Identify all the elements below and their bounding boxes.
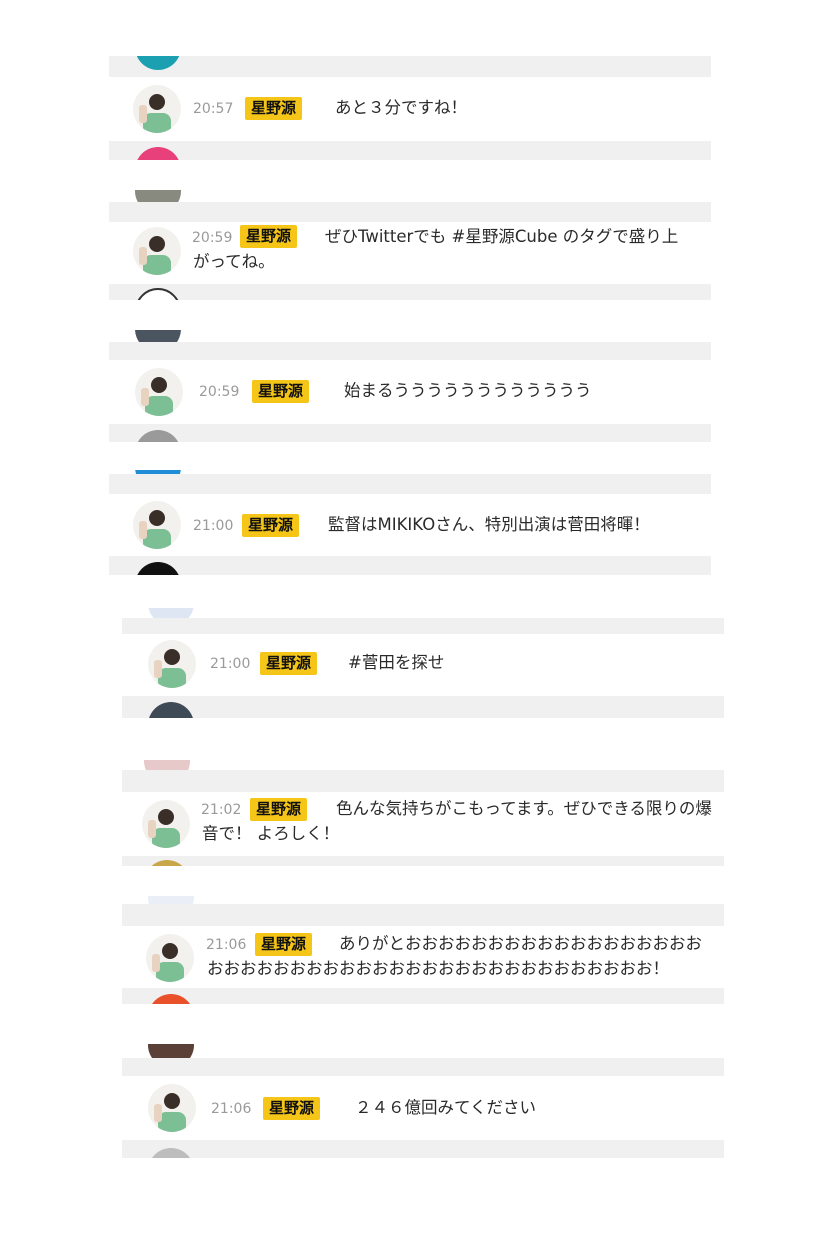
divider [122, 904, 724, 926]
avatar[interactable] [146, 934, 194, 982]
comment-time: 20:59 [199, 384, 240, 400]
comment-strip: 21:00 星野源 #菅田を探せ [122, 608, 724, 718]
person-icon [139, 510, 171, 549]
divider [122, 618, 724, 634]
comment-row: 21:06 星野源 ありがとおおおおおおおおおおおおおおおおおおおおおおおおおお… [122, 926, 724, 988]
comment-text: ありがとおおおおおおおおおおおおおおおおおおおおおおおおおおおおおおおおおおおお… [207, 934, 702, 978]
divider [109, 202, 711, 222]
avatar[interactable] [148, 1084, 196, 1132]
divider [109, 424, 711, 442]
divider [122, 1140, 724, 1158]
person-icon [154, 649, 186, 688]
divider [122, 696, 724, 718]
divider [122, 1058, 724, 1076]
comment-strip: 21:02 星野源 色んな気持ちがこもってます。ぜひできる限りの爆音で！ よろし… [122, 760, 724, 866]
divider [109, 474, 711, 494]
comment-strip: 21:06 星野源 ２４６億回みてください [122, 1044, 724, 1158]
comment-text: 色んな気持ちがこもってます。ぜひできる限りの爆音で！ よろしく！ [202, 799, 712, 843]
avatar[interactable] [142, 800, 190, 848]
comment-time: 20:57 [193, 101, 234, 117]
comment-row: 21:00 星野源 監督はMIKIKOさん、特別出演は菅田将暉！ [109, 494, 711, 556]
person-icon [139, 94, 171, 133]
avatar[interactable] [133, 85, 181, 133]
comment-text: #菅田を探せ [348, 653, 445, 672]
comment-text: 始まるうううううううううううう [344, 381, 592, 400]
comment-text: 監督はMIKIKOさん、特別出演は菅田将暉！ [328, 515, 650, 534]
comment-text: ２４６億回みてください [355, 1098, 537, 1117]
user-badge[interactable]: 星野源 [245, 97, 303, 120]
divider [109, 556, 711, 575]
avatar[interactable] [148, 640, 196, 688]
comment-row: 20:57 星野源 あと３分ですね！ [109, 77, 711, 141]
comment-time: 21:06 [211, 1101, 252, 1117]
person-icon [154, 1093, 186, 1132]
user-badge[interactable]: 星野源 [242, 514, 300, 537]
user-badge[interactable]: 星野源 [263, 1097, 321, 1120]
divider [122, 770, 724, 792]
divider [109, 141, 711, 160]
divider [109, 56, 711, 77]
user-badge[interactable]: 星野源 [252, 380, 310, 403]
comment-text: あと３分ですね！ [335, 98, 467, 117]
divider [122, 856, 724, 866]
comment-time: 21:00 [210, 656, 251, 672]
comment-strip: 20:59 星野源 ぜひTwitterでも #星野源Cube のタグで盛り上がっ… [109, 190, 711, 300]
comment-row: 21:00 星野源 #菅田を探せ [122, 634, 724, 696]
person-icon [139, 236, 171, 275]
divider [109, 342, 711, 360]
comment-row: 20:59 星野源 始まるうううううううううううう [109, 360, 711, 424]
comment-row: 20:59 星野源 ぜひTwitterでも #星野源Cube のタグで盛り上がっ… [109, 222, 711, 284]
comment-row: 21:06 星野源 ２４６億回みてください [122, 1076, 724, 1140]
comment-time: 21:00 [193, 518, 234, 534]
divider [122, 988, 724, 1004]
person-icon [141, 377, 173, 416]
comment-strip: 21:00 星野源 監督はMIKIKOさん、特別出演は菅田将暉！ [109, 470, 711, 575]
avatar[interactable] [133, 501, 181, 549]
person-icon [148, 809, 180, 848]
comment-strip: 20:59 星野源 始まるうううううううううううう [109, 330, 711, 442]
comment-strip: 20:57 星野源 あと３分ですね！ [109, 56, 711, 160]
person-icon [152, 943, 184, 982]
user-badge[interactable]: 星野源 [260, 652, 318, 675]
comment-row: 21:02 星野源 色んな気持ちがこもってます。ぜひできる限りの爆音で！ よろし… [122, 792, 724, 856]
avatar[interactable] [135, 368, 183, 416]
comment-text: ぜひTwitterでも #星野源Cube のタグで盛り上がってね。 [193, 227, 679, 271]
avatar[interactable] [133, 227, 181, 275]
comment-strip: 21:06 星野源 ありがとおおおおおおおおおおおおおおおおおおおおおおおおおお… [122, 896, 724, 1004]
divider [109, 284, 711, 300]
